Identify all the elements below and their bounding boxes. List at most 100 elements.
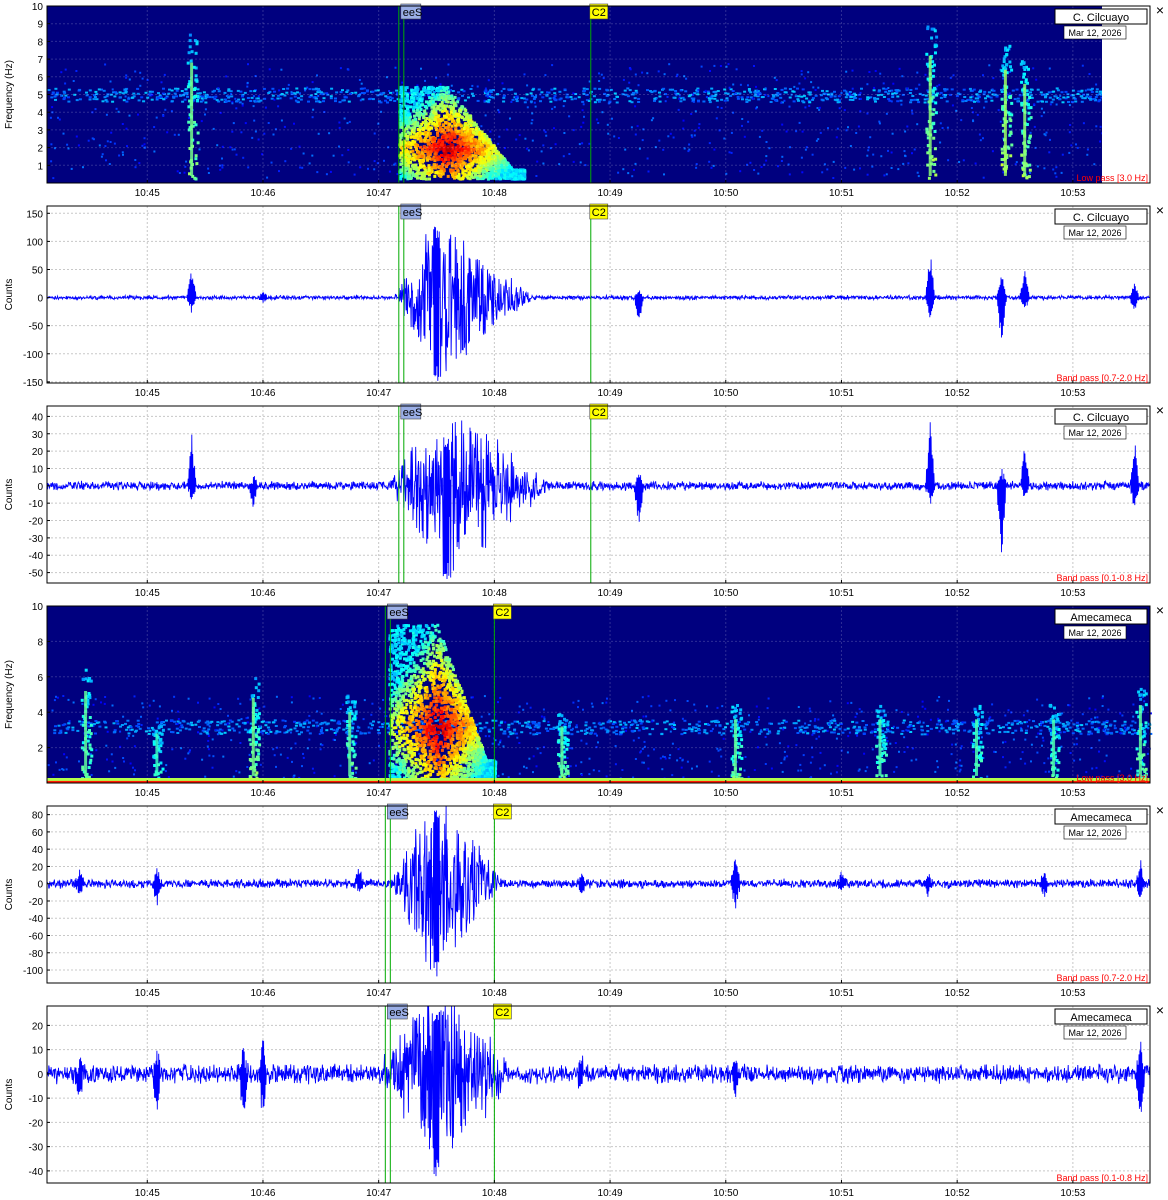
phase-marker-label: C2 (495, 607, 509, 619)
y-tick-label: 10 (32, 2, 44, 13)
y-tick-label: 2 (37, 744, 43, 755)
x-tick-label: 10:46 (250, 988, 275, 999)
close-icon[interactable]: × (1156, 2, 1164, 18)
x-tick-label: 10:47 (366, 588, 391, 599)
x-tick-label: 10:50 (713, 388, 738, 399)
x-tick-label: 10:48 (482, 1188, 507, 1199)
panel-svg: eeS C2 80 60 40 20 0 -20 -40 -60 -80 -100 Counts 10:4… (4, 802, 1164, 999)
x-tick-label: 10:47 (366, 788, 391, 799)
x-tick-label: 10:48 (482, 588, 507, 599)
panel-2: eeS C2 150 100 50 0 -50 -100 -150 Counts 10:45 10:4… (0, 200, 1168, 400)
y-tick-label: -60 (29, 932, 44, 943)
panel-5: eeS C2 80 60 40 20 0 -20 -40 -60 -80 -100 Counts 10:4… (0, 800, 1168, 1000)
close-icon[interactable]: × (1156, 202, 1164, 218)
y-tick-label: 20 (32, 447, 44, 458)
station-name: Amecameca (1070, 812, 1132, 824)
y-tick-label: 0 (37, 294, 43, 305)
x-tick-label: 10:52 (945, 188, 970, 199)
station-name: Amecameca (1070, 1012, 1132, 1024)
y-tick-label: 30 (32, 430, 44, 441)
y-tick-label: 50 (32, 265, 44, 276)
y-tick-label: 100 (26, 237, 43, 248)
y-tick-label: -40 (29, 1167, 44, 1178)
y-tick-label: -50 (29, 322, 44, 333)
y-tick-label: 6 (37, 673, 43, 684)
x-tick-label: 10:52 (945, 988, 970, 999)
x-tick-label: 10:47 (366, 1188, 391, 1199)
x-tick-label: 10:51 (829, 388, 854, 399)
y-tick-label: -20 (29, 517, 44, 528)
filter-label: Band pass [0.7-2.0 Hz] (1056, 973, 1148, 983)
y-tick-label: -40 (29, 551, 44, 562)
phase-marker-label: eeS (403, 7, 423, 19)
y-tick-label: 1 (37, 161, 43, 172)
x-tick-label: 10:52 (945, 1188, 970, 1199)
phase-marker-label: eeS (389, 807, 409, 819)
x-tick-label: 10:50 (713, 788, 738, 799)
x-tick-label: 10:45 (135, 388, 160, 399)
x-tick-label: 10:48 (482, 788, 507, 799)
y-tick-label: -150 (23, 378, 43, 389)
y-tick-label: 60 (32, 828, 44, 839)
panel-1: eeS C2 1 2 3 4 5 6 7 8 9 10 Frequency (Hz) 10:45 10:46… (0, 0, 1168, 200)
y-tick-label: -30 (29, 1143, 44, 1154)
y-axis-label: Frequency (Hz) (4, 660, 15, 729)
x-tick-label: 10:53 (1060, 988, 1085, 999)
x-tick-label: 10:53 (1060, 188, 1085, 199)
x-tick-label: 10:46 (250, 588, 275, 599)
phase-marker-label: C2 (592, 207, 606, 219)
x-tick-label: 10:51 (829, 588, 854, 599)
plot-area (47, 406, 1150, 583)
phase-marker-label: C2 (495, 807, 509, 819)
date-label: Mar 12, 2026 (1068, 1028, 1121, 1038)
x-tick-label: 10:51 (829, 988, 854, 999)
date-label: Mar 12, 2026 (1068, 628, 1121, 638)
y-tick-label: 8 (37, 37, 43, 48)
panel-svg: eeS C2 1 2 3 4 5 6 7 8 9 10 Frequency (Hz) 10:45 10:46… (4, 2, 1164, 199)
close-icon[interactable]: × (1156, 602, 1164, 618)
y-tick-label: 4 (37, 708, 43, 719)
x-tick-label: 10:49 (598, 188, 623, 199)
phase-marker-label: eeS (389, 1007, 409, 1019)
y-tick-label: -50 (29, 569, 44, 580)
panel-svg: eeS C2 20 10 0 -10 -20 -30 -40 Counts 10:45 10:46 10… (4, 1002, 1164, 1199)
x-tick-label: 10:52 (945, 388, 970, 399)
y-tick-label: -80 (29, 949, 44, 960)
seismogram-stack: eeS C2 1 2 3 4 5 6 7 8 9 10 Frequency (Hz) 10:45 10:46… (0, 0, 1168, 1200)
filter-label: Band pass [0.1-0.8 Hz] (1056, 573, 1148, 583)
y-tick-label: 9 (37, 20, 43, 31)
y-tick-label: 0 (37, 482, 43, 493)
y-tick-label: 8 (37, 637, 43, 648)
close-icon[interactable]: × (1156, 802, 1164, 818)
x-tick-label: 10:52 (945, 788, 970, 799)
x-tick-label: 10:49 (598, 788, 623, 799)
station-name: C. Cilcuayo (1073, 412, 1129, 424)
x-tick-label: 10:50 (713, 988, 738, 999)
x-tick-label: 10:48 (482, 988, 507, 999)
x-tick-label: 10:45 (135, 788, 160, 799)
y-tick-label: -20 (29, 1118, 44, 1129)
x-tick-label: 10:51 (829, 188, 854, 199)
y-tick-label: 150 (26, 209, 43, 220)
y-tick-label: -30 (29, 534, 44, 545)
x-tick-label: 10:50 (713, 588, 738, 599)
station-name: Amecameca (1070, 612, 1132, 624)
close-icon[interactable]: × (1156, 1002, 1164, 1018)
x-tick-label: 10:47 (366, 388, 391, 399)
x-tick-label: 10:45 (135, 588, 160, 599)
y-tick-label: 80 (32, 811, 44, 822)
y-tick-label: 2 (37, 144, 43, 155)
phase-marker-label: C2 (592, 7, 606, 19)
x-tick-label: 10:51 (829, 788, 854, 799)
x-tick-label: 10:47 (366, 988, 391, 999)
y-tick-label: 40 (32, 412, 44, 423)
panel-6: eeS C2 20 10 0 -10 -20 -30 -40 Counts 10:45 10:46 10… (0, 1000, 1168, 1200)
x-tick-label: 10:46 (250, 388, 275, 399)
x-tick-label: 10:49 (598, 588, 623, 599)
y-tick-label: -40 (29, 914, 44, 925)
panel-svg: eeS C2 2 4 6 8 10 Frequency (Hz) 10:45 10:46 10:47… (4, 602, 1164, 799)
station-name: C. Cilcuayo (1073, 12, 1129, 24)
x-tick-label: 10:53 (1060, 788, 1085, 799)
close-icon[interactable]: × (1156, 402, 1164, 418)
filter-label: Low pass [3.0 Hz] (1076, 173, 1148, 183)
